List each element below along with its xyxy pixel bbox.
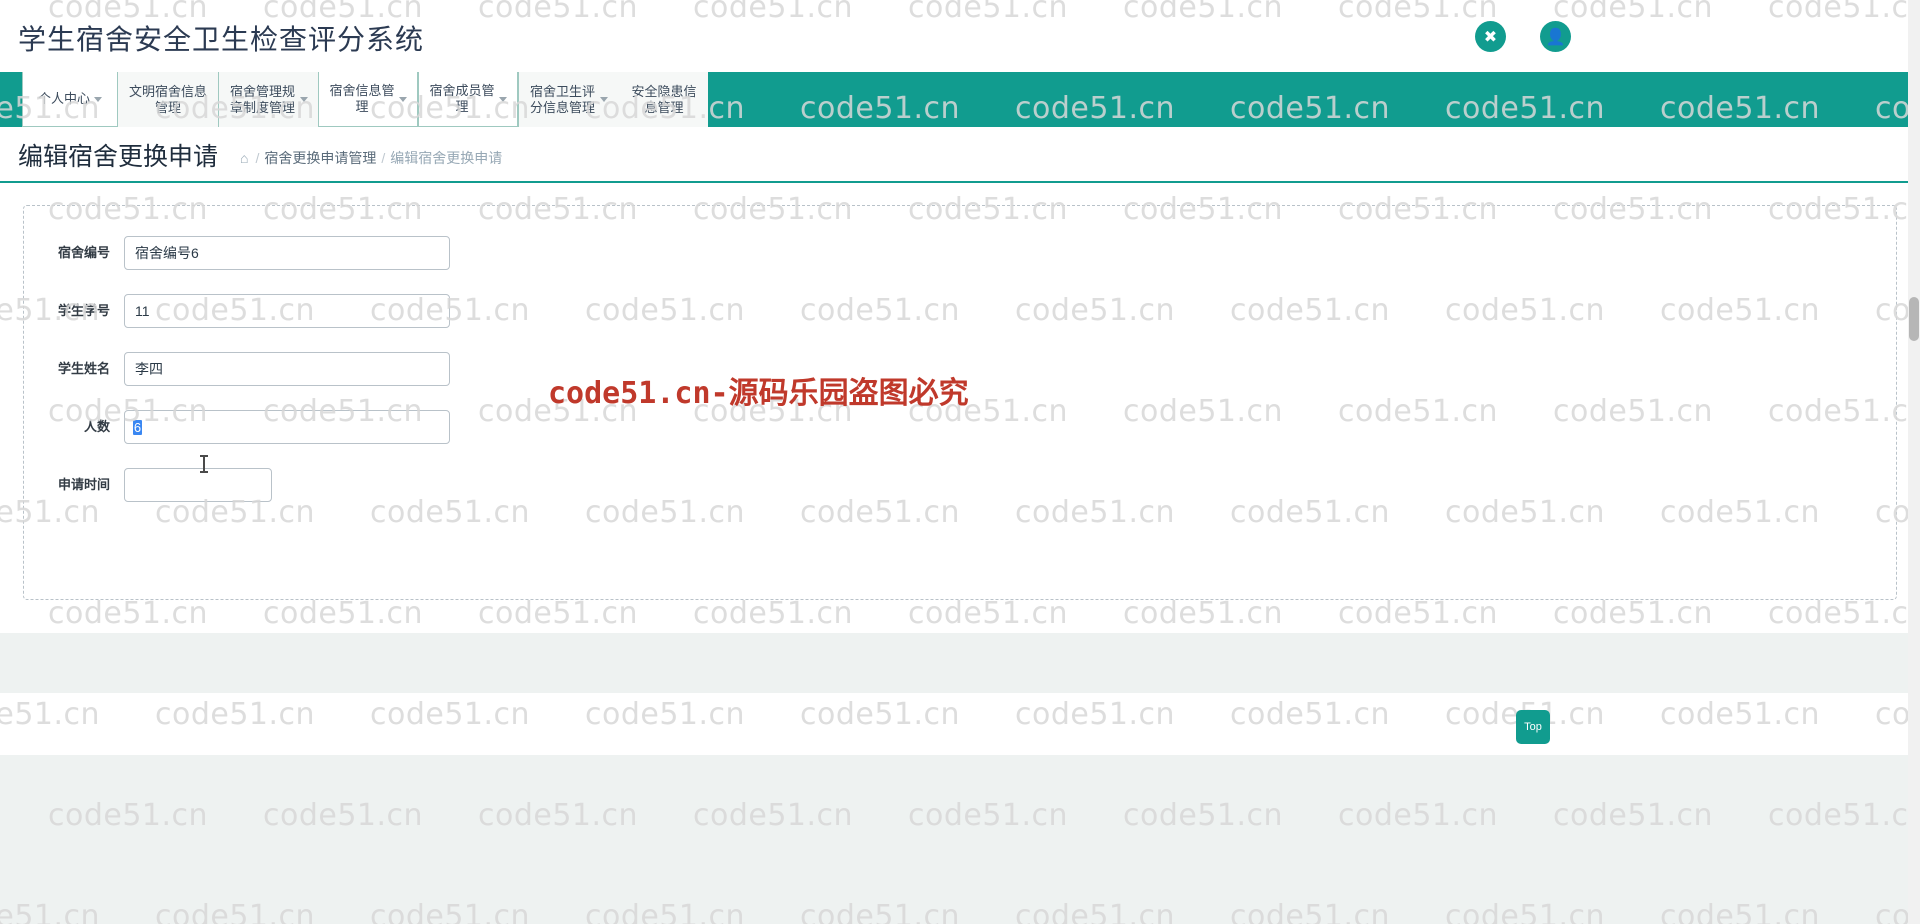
- vertical-scrollbar-track[interactable]: [1908, 0, 1920, 924]
- field-label-student-name: 学生姓名: [57, 361, 110, 376]
- nav-item-list: 个人中心 文明宿舍信息管理 宿舍管理规章制度管理 宿舍信息管理 宿舍成员管理 宿…: [22, 72, 710, 127]
- home-icon[interactable]: ⌂: [240, 150, 248, 166]
- people-count-selected-text: 6: [133, 420, 142, 435]
- chevron-down-icon: [94, 96, 102, 102]
- student-id-input[interactable]: [124, 294, 450, 328]
- nav-item-dorm-rules[interactable]: 宿舍管理规章制度管理: [218, 72, 318, 127]
- header-divider-rule: [0, 181, 1920, 183]
- scroll-to-top-button[interactable]: Top: [1516, 710, 1550, 744]
- chevron-down-icon: [600, 97, 608, 102]
- breadcrumb: ⌂ / 宿舍更换申请管理 / 编辑宿舍更换申请: [240, 148, 502, 168]
- text-cursor-pointer: [200, 455, 208, 473]
- footer-white-strip: [0, 693, 1920, 755]
- vertical-scrollbar-thumb[interactable]: [1909, 297, 1919, 341]
- field-label-people-count: 人数: [83, 419, 110, 434]
- nav-item-label: 宿舍管理规章制度管理: [229, 83, 295, 115]
- footer-band: [0, 633, 1920, 924]
- nav-item-label: 宿舍卫生评分信息管理: [529, 83, 595, 115]
- nav-item-safety-hazard-info[interactable]: 安全隐患信息管理: [618, 72, 710, 127]
- field-label-dorm-number: 宿舍编号: [57, 245, 110, 260]
- chevron-down-icon: [399, 96, 407, 102]
- chevron-down-icon: [499, 96, 507, 102]
- nav-background-fill: [708, 72, 1920, 127]
- nav-item-label: 安全隐患信息管理: [631, 83, 697, 115]
- app-title: 学生宿舍安全卫生检查评分系统: [18, 24, 425, 55]
- people-count-input[interactable]: [124, 410, 450, 444]
- page-title: 编辑宿舍更换申请: [18, 143, 219, 171]
- field-label-student-id: 学生学号: [57, 303, 110, 318]
- nav-item-dorm-hygiene-score[interactable]: 宿舍卫生评分信息管理: [518, 72, 618, 127]
- close-circle-icon[interactable]: ✖: [1475, 21, 1506, 52]
- nav-item-dorm-info[interactable]: 宿舍信息管理: [318, 72, 418, 127]
- breadcrumb-separator: /: [381, 150, 386, 166]
- breadcrumb-current: 编辑宿舍更换申请: [390, 150, 503, 166]
- student-name-input[interactable]: [124, 352, 450, 386]
- nav-item-label: 宿舍信息管理: [329, 83, 395, 114]
- page-header-strip: 编辑宿舍更换申请 ⌂ / 宿舍更换申请管理 / 编辑宿舍更换申请: [0, 127, 1920, 182]
- nav-item-label: 文明宿舍信息管理: [128, 83, 207, 115]
- nav-item-personal-center[interactable]: 个人中心: [22, 72, 118, 127]
- nav-item-civilized-dorm-info[interactable]: 文明宿舍信息管理: [118, 72, 218, 127]
- nav-item-label: 宿舍成员管理: [429, 83, 495, 114]
- chevron-down-icon: [300, 97, 308, 102]
- apply-time-input[interactable]: [124, 468, 272, 502]
- dorm-number-input[interactable]: [124, 236, 450, 270]
- nav-item-label: 个人中心: [37, 91, 90, 106]
- watermark-red-banner: code51.cn-源码乐园盗图必究: [548, 376, 969, 411]
- field-label-apply-time: 申请时间: [57, 477, 110, 492]
- nav-accent-bar: [0, 72, 22, 127]
- app-header: 学生宿舍安全卫生检查评分系统 ✖ 👤: [0, 0, 1920, 72]
- breadcrumb-parent-link[interactable]: 宿舍更换申请管理: [264, 150, 376, 166]
- breadcrumb-separator: /: [255, 150, 260, 166]
- nav-item-dorm-members[interactable]: 宿舍成员管理: [418, 72, 518, 127]
- main-navigation: 个人中心 文明宿舍信息管理 宿舍管理规章制度管理 宿舍信息管理 宿舍成员管理 宿…: [0, 72, 1920, 127]
- user-avatar-icon[interactable]: 👤: [1540, 21, 1571, 52]
